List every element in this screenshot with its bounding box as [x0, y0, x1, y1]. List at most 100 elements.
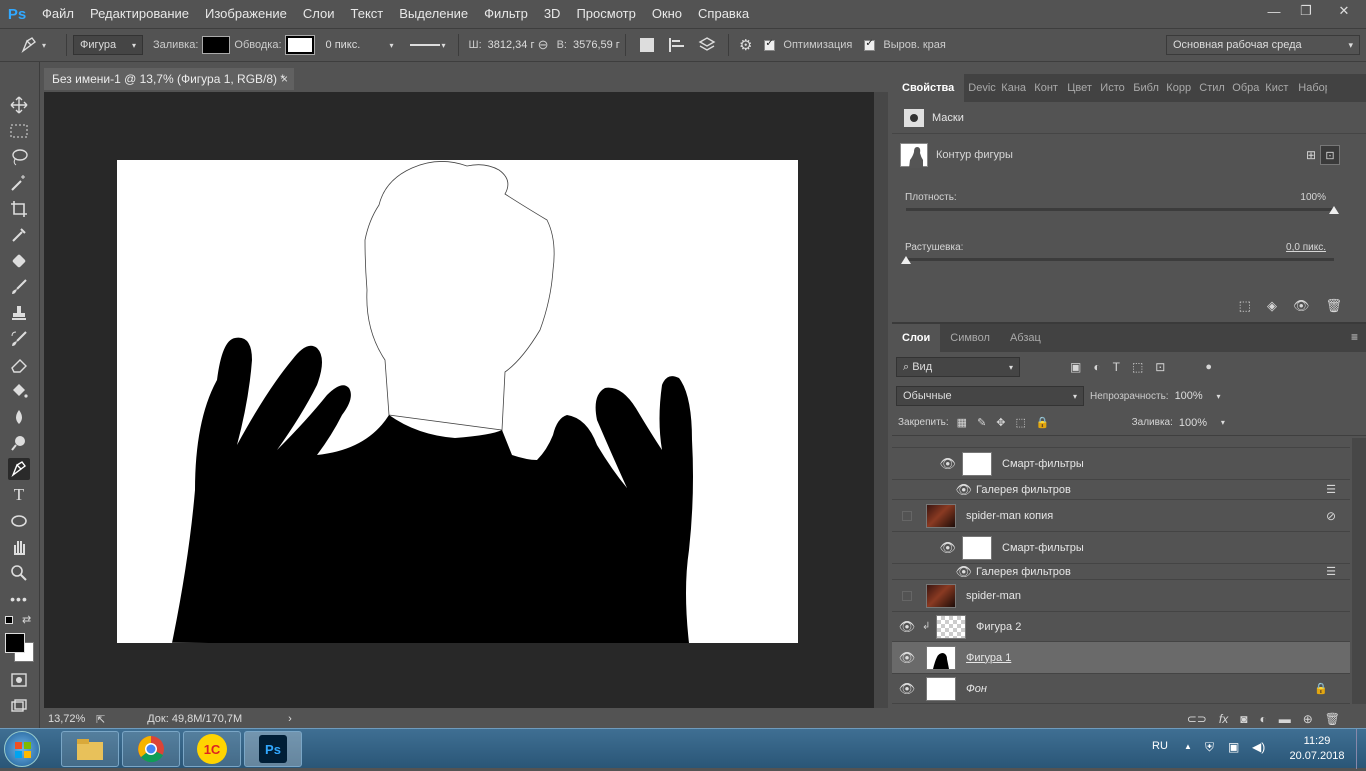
lock-artboard-icon[interactable]: ⬚	[1016, 416, 1026, 429]
lock-position-icon[interactable]: ✥	[996, 416, 1005, 429]
filter-options-icon[interactable]: ☰	[1326, 565, 1336, 578]
density-slider-handle[interactable]	[1329, 206, 1339, 214]
pen-tool-icon[interactable]	[8, 458, 30, 480]
layer-row[interactable]: 👁 ↲ Фигура 2	[892, 612, 1350, 642]
fill-swatch[interactable]	[202, 36, 231, 54]
feather-value[interactable]: 0,0 пикс.	[1286, 242, 1326, 253]
swap-colors-icon[interactable]: ⇄	[22, 613, 31, 626]
density-slider[interactable]	[906, 208, 1334, 211]
properties-tab[interactable]: Набор	[1294, 74, 1327, 102]
filter-smart-object-icon[interactable]: ⊡	[1155, 360, 1165, 374]
taskbar-1c[interactable]: 1С	[183, 731, 241, 767]
canvas-vertical-scrollbar[interactable]	[874, 92, 888, 708]
menu-item[interactable]: Окно	[644, 0, 690, 28]
stroke-swatch[interactable]	[284, 35, 315, 55]
delete-mask-icon[interactable]: 🗑	[1325, 298, 1342, 314]
visibility-toggle-off[interactable]	[892, 590, 922, 601]
ellipse-tool-icon[interactable]	[8, 510, 30, 532]
visibility-eye-icon[interactable]: 👁	[892, 482, 976, 498]
close-tab-icon[interactable]: ×	[281, 68, 288, 90]
feather-slider-handle[interactable]	[901, 256, 911, 264]
healing-brush-tool-icon[interactable]	[8, 250, 30, 272]
menu-item[interactable]: Просмотр	[568, 0, 643, 28]
menu-item[interactable]: Выделение	[391, 0, 476, 28]
layer-style-fx-icon[interactable]: fx	[1219, 712, 1228, 726]
density-value[interactable]: 100%	[1300, 192, 1326, 203]
layer-row-selected[interactable]: 👁 Фигура 1	[892, 642, 1350, 674]
tool-preset-picker[interactable]: ▾	[0, 36, 60, 54]
foreground-color-swatch[interactable]	[5, 633, 25, 653]
smart-filter-badge-icon[interactable]: ⊘	[1326, 509, 1336, 523]
layer-row[interactable]: spider-man копия ⊘	[892, 500, 1350, 532]
layers-tab[interactable]: Абзац	[1000, 324, 1051, 352]
layers-tab[interactable]: Символ	[940, 324, 1000, 352]
workspace-dropdown[interactable]: Основная рабочая среда ▾	[1166, 35, 1360, 55]
properties-tab[interactable]: Свойства	[892, 74, 965, 102]
path-alignment-icon[interactable]	[668, 37, 686, 53]
status-menu-arrow[interactable]: ›	[288, 713, 292, 725]
layers-tab[interactable]: Слои	[892, 324, 941, 352]
visibility-eye-icon[interactable]: 👁	[892, 619, 922, 635]
lock-all-icon[interactable]: 🔒	[1036, 416, 1050, 429]
blur-tool-icon[interactable]	[8, 406, 30, 428]
properties-tab[interactable]: Конт	[1030, 74, 1063, 102]
fill-opacity-field[interactable]: 100% ▾	[1177, 413, 1227, 433]
taskbar-chrome[interactable]	[122, 731, 180, 767]
menu-item[interactable]: Справка	[690, 0, 757, 28]
magic-wand-tool-icon[interactable]	[8, 172, 30, 194]
filter-shape-icon[interactable]: ⬚	[1132, 360, 1143, 374]
export-icon[interactable]: ⇱	[96, 713, 105, 726]
height-field[interactable]: 3576,59 г	[571, 35, 620, 55]
screen-mode-icon[interactable]	[8, 695, 30, 717]
filter-adjustment-icon[interactable]: ◐	[1093, 360, 1100, 374]
more-tools-icon[interactable]: •••	[8, 588, 30, 610]
properties-tab[interactable]: Стил	[1195, 74, 1228, 102]
path-operations-icon[interactable]	[639, 38, 654, 52]
restore-button[interactable]: ❐	[1290, 0, 1322, 22]
move-tool-icon[interactable]	[8, 94, 30, 116]
properties-tab[interactable]: Корр	[1162, 74, 1195, 102]
minimize-button[interactable]: —	[1258, 0, 1290, 22]
paint-bucket-tool-icon[interactable]	[8, 380, 30, 402]
add-pixel-mask-icon[interactable]: ⊞	[1306, 148, 1316, 162]
settings-gear-icon[interactable]: ⚙	[739, 36, 752, 54]
width-field[interactable]: 3812,34 г	[486, 35, 535, 55]
visibility-eye-icon[interactable]: 👁	[892, 456, 962, 472]
volume-icon[interactable]: ◀)	[1252, 740, 1265, 754]
stroke-type-dropdown[interactable]: ▾	[404, 35, 452, 55]
dodge-tool-icon[interactable]	[8, 432, 30, 454]
toggle-mask-visibility-icon[interactable]: 👁	[1293, 298, 1310, 314]
new-adjustment-layer-icon[interactable]: ◐	[1259, 712, 1266, 726]
filter-toggle-icon[interactable]: ●	[1205, 361, 1212, 373]
lock-transparent-icon[interactable]: ▦	[957, 416, 967, 429]
tool-mode-dropdown[interactable]: Фигура ▾	[73, 35, 143, 55]
stroke-width-field[interactable]: 0 пикс. ▾	[320, 35, 400, 55]
add-mask-icon[interactable]: ◙	[1240, 712, 1247, 726]
lasso-tool-icon[interactable]	[8, 146, 30, 168]
close-button[interactable]: ✕	[1322, 0, 1366, 22]
layer-row[interactable]: 👁 Галерея фильтров ☰	[892, 564, 1350, 580]
feather-slider[interactable]	[906, 258, 1334, 261]
taskbar-photoshop[interactable]: Ps	[244, 731, 302, 767]
document-canvas[interactable]	[117, 160, 798, 651]
eraser-tool-icon[interactable]	[8, 354, 30, 376]
layer-filter-dropdown[interactable]: ⌕ Вид ▾	[896, 357, 1020, 377]
hand-tool-icon[interactable]	[8, 536, 30, 558]
eyedropper-tool-icon[interactable]	[8, 224, 30, 246]
history-brush-tool-icon[interactable]	[8, 328, 30, 350]
layer-row[interactable]: 👁 Смарт-фильтры	[892, 448, 1350, 480]
link-layers-icon[interactable]: ⊂⊃	[1187, 712, 1207, 726]
taskbar-explorer[interactable]	[61, 731, 119, 767]
network-icon[interactable]: ▣	[1228, 740, 1239, 754]
vector-mask-thumbnail[interactable]	[900, 143, 928, 168]
marquee-tool-icon[interactable]	[8, 120, 30, 142]
visibility-eye-icon[interactable]: 👁	[892, 681, 922, 697]
layers-panel-menu-icon[interactable]: ≡	[1351, 330, 1358, 344]
new-group-icon[interactable]: ▬	[1279, 712, 1291, 726]
visibility-eye-icon[interactable]: 👁	[892, 540, 962, 556]
show-desktop-button[interactable]	[1356, 729, 1366, 769]
default-colors-icon[interactable]	[5, 616, 13, 624]
security-shield-icon[interactable]: ⛨	[1205, 740, 1214, 755]
add-vector-mask-icon[interactable]: ⊡	[1320, 145, 1340, 165]
tray-expand-icon[interactable]: ▲	[1184, 742, 1192, 751]
